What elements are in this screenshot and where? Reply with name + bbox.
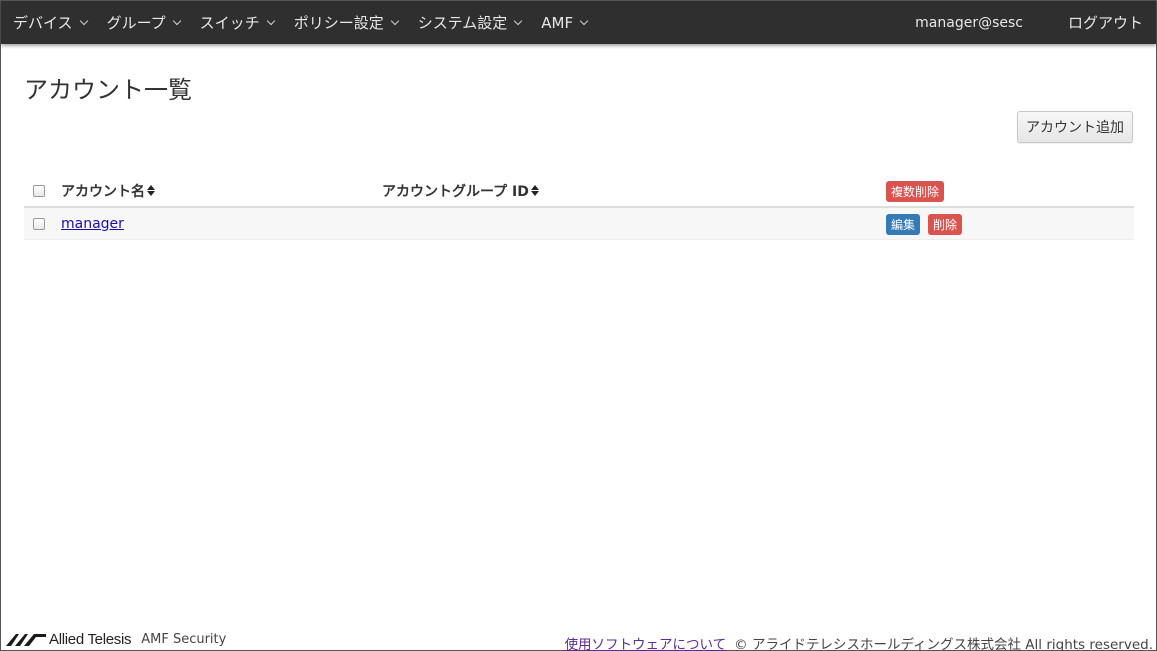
brand: Allied Telesis AMF Security <box>6 631 226 648</box>
product-name: AMF Security <box>141 632 227 647</box>
current-user: manager@sesc <box>915 14 1023 31</box>
page-title: アカウント一覧 <box>24 76 192 104</box>
select-all-checkbox[interactable] <box>33 184 45 197</box>
nav-item-policy-settings[interactable]: ポリシー設定 <box>293 12 399 33</box>
delete-button[interactable]: 削除 <box>928 214 963 235</box>
chevron-down-icon <box>514 16 523 26</box>
sort-icon[interactable] <box>147 185 155 196</box>
nav-item-label: グループ <box>106 14 166 32</box>
nav-item-label: デバイス <box>13 14 73 32</box>
bulk-delete-button[interactable]: 複数削除 <box>886 181 945 202</box>
add-account-button[interactable]: アカウント追加 <box>1017 111 1133 143</box>
footer-right: 使用ソフトウェアについて © アライドテレシスホールディングス株式会社 All … <box>565 633 1153 651</box>
footer: Allied Telesis AMF Security 使用ソフトウェアについて… <box>1 628 1156 651</box>
chevron-down-icon <box>579 16 589 26</box>
account-name-link[interactable]: manager <box>61 216 124 232</box>
top-navbar: デバイス グループ スイッチ ポリシー設定 システム設定 AMF manager… <box>1 1 1156 44</box>
nav-item-label: システム設定 <box>417 14 508 32</box>
column-header-label: アカウントグループ ID <box>382 183 529 200</box>
row-checkbox[interactable] <box>33 217 45 230</box>
column-header-label: アカウント名 <box>61 183 145 200</box>
nav-item-label: ポリシー設定 <box>293 14 384 32</box>
copyright-text: © アライドテレシスホールディングス株式会社 All rights reserv… <box>734 637 1153 651</box>
nav-item-devices[interactable]: デバイス <box>13 12 88 33</box>
nav-item-label: スイッチ <box>199 14 260 32</box>
table-header-row: アカウント名 アカウントグループ ID 複数削除 <box>24 175 1134 208</box>
software-info-link[interactable]: 使用ソフトウェアについて <box>565 633 727 651</box>
chevron-down-icon <box>172 16 181 26</box>
accounts-table: アカウント名 アカウントグループ ID 複数削除 manager 編集 削除 <box>24 175 1134 240</box>
logout-link[interactable]: ログアウト <box>1068 12 1143 33</box>
column-header-account-name[interactable]: アカウント名 <box>61 181 155 201</box>
brand-name: Allied Telesis <box>49 631 132 648</box>
edit-button[interactable]: 編集 <box>886 214 921 235</box>
chevron-down-icon <box>79 16 88 26</box>
nav-item-system-settings[interactable]: システム設定 <box>417 12 523 33</box>
nav-item-switches[interactable]: スイッチ <box>199 12 275 33</box>
table-row: manager 編集 削除 <box>24 208 1134 240</box>
nav-item-label: AMF <box>541 13 574 32</box>
chevron-down-icon <box>390 16 399 26</box>
sort-icon[interactable] <box>530 185 539 196</box>
allied-telesis-logo-icon <box>6 633 46 646</box>
nav-right: manager@sesc ログアウト <box>915 1 1156 44</box>
nav-item-groups[interactable]: グループ <box>106 12 181 33</box>
chevron-down-icon <box>266 16 275 26</box>
column-header-account-group-id[interactable]: アカウントグループ ID <box>382 181 539 201</box>
nav-menu: デバイス グループ スイッチ ポリシー設定 システム設定 AMF <box>1 1 607 44</box>
nav-item-amf[interactable]: AMF <box>541 13 589 32</box>
